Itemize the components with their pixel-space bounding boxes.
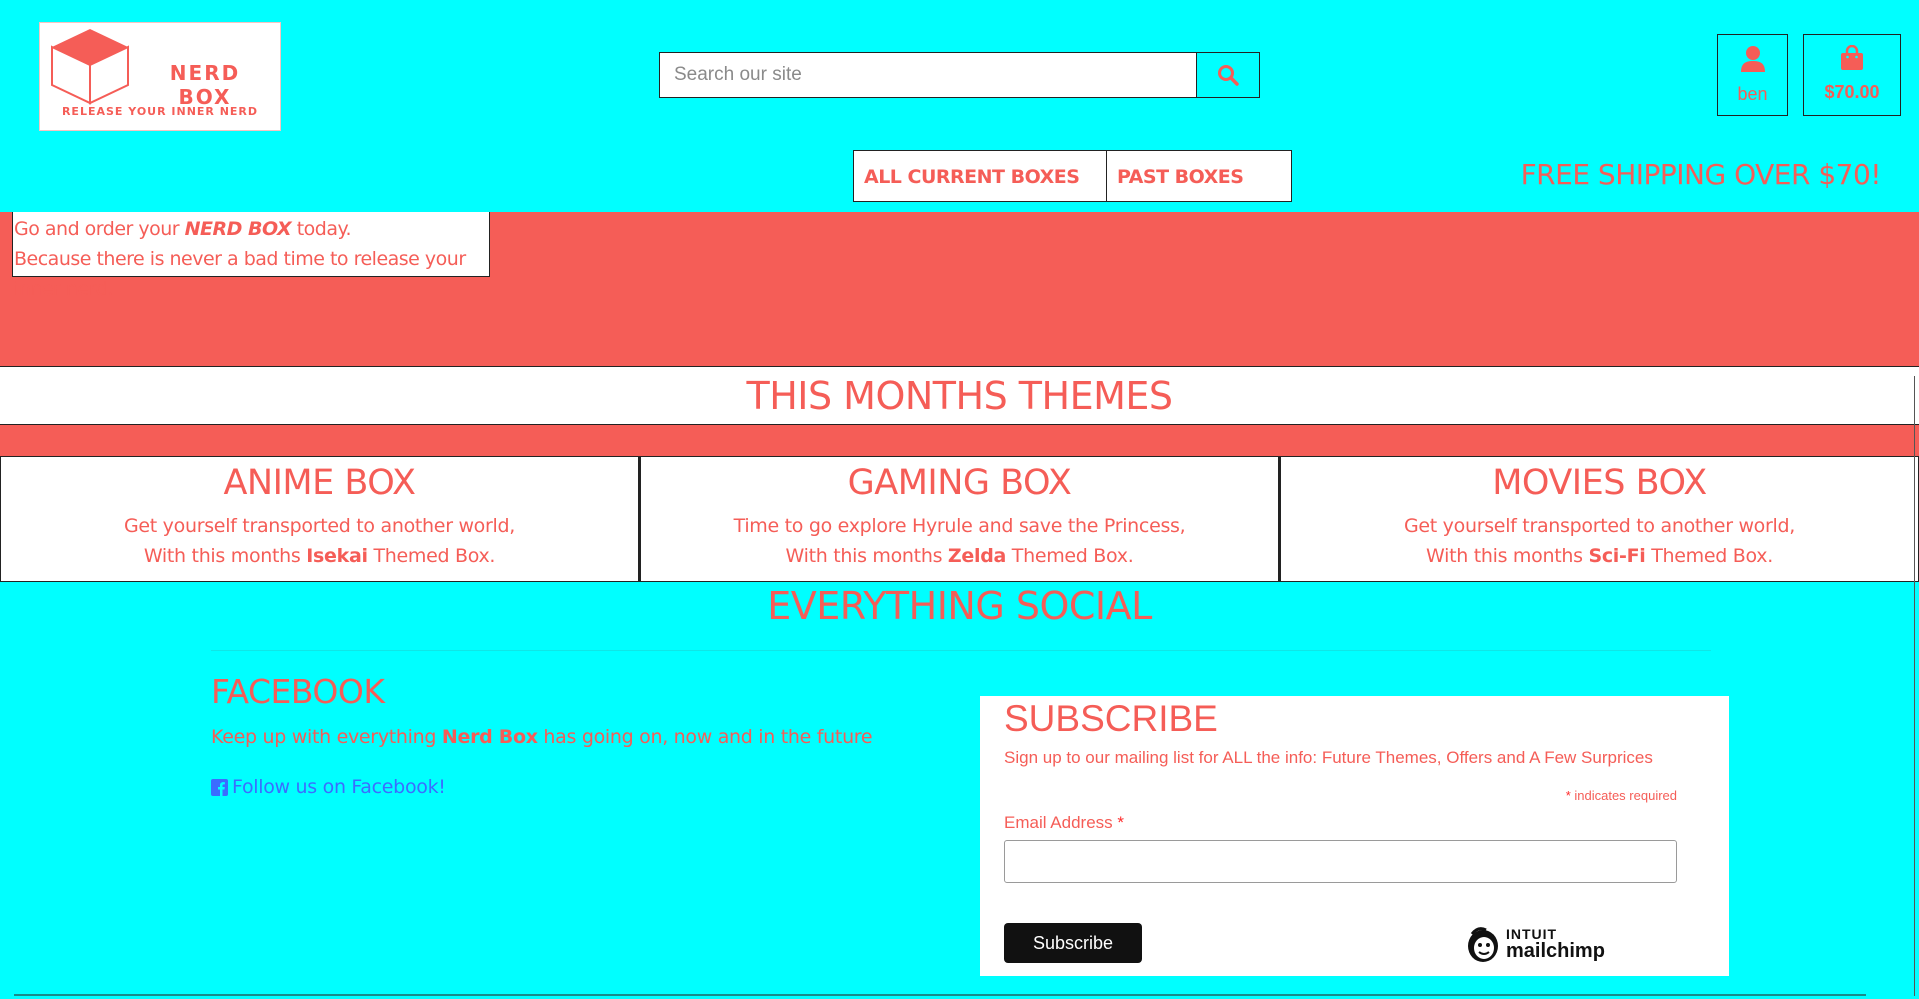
facebook-text-brand: Nerd Box (441, 726, 538, 748)
account-button[interactable]: ben (1717, 34, 1788, 116)
card-line-2-suffix: Themed Box. (1645, 545, 1773, 567)
mailchimp-bottom-text: mailchimp (1506, 940, 1605, 962)
logo-tagline: RELEASE YOUR INNER NERD (61, 105, 259, 118)
mailchimp-icon (1468, 927, 1498, 962)
themes-heading: THIS MONTHS THEMES (0, 366, 1919, 425)
facebook-icon (211, 778, 228, 796)
site-header: NERD BOX RELEASE YOUR INNER NERD ben $70… (0, 0, 1919, 212)
free-shipping-banner: FREE SHIPPING OVER $70! (1520, 158, 1882, 191)
facebook-description: Keep up with everything Nerd Box has goi… (211, 726, 873, 748)
nav-past-boxes[interactable]: PAST BOXES (1107, 150, 1292, 202)
required-note-text: indicates required (1570, 788, 1677, 803)
subscribe-button[interactable]: Subscribe (1004, 923, 1142, 963)
account-label: ben (1737, 84, 1768, 104)
hero-banner: Go and order your NERD BOX today. Becaus… (0, 212, 1919, 366)
email-required-star: * (1117, 813, 1125, 832)
mailchimp-badge[interactable]: INTUIT mailchimp (1464, 924, 1605, 964)
facebook-text-prefix: Keep up with everything (211, 726, 442, 748)
anime-box-card[interactable]: ANIME BOX Get yourself transported to an… (0, 456, 639, 582)
card-theme-name: Zelda (947, 545, 1007, 567)
section-divider (211, 650, 1711, 651)
cube-icon (51, 29, 129, 105)
hero-brand: NERD BOX (184, 218, 292, 240)
themes-divider-strip (0, 425, 1919, 456)
gaming-box-card[interactable]: GAMING BOX Time to go explore Hyrule and… (639, 456, 1279, 582)
shopping-bag-icon (1841, 44, 1863, 70)
theme-cards: ANIME BOX Get yourself transported to an… (0, 456, 1919, 582)
site-logo[interactable]: NERD BOX RELEASE YOUR INNER NERD (39, 22, 281, 131)
facebook-text-suffix: has going on, now and in the future (537, 726, 873, 748)
card-line-2-suffix: Themed Box. (1006, 545, 1134, 567)
email-label: Email Address * (1004, 813, 1677, 833)
card-title: ANIME BOX (223, 463, 416, 503)
scrollbar-edge (1914, 376, 1915, 996)
hero-line-1: Go and order your NERD BOX today. (14, 214, 489, 244)
subscribe-form: SUBSCRIBE Sign up to our mailing list fo… (980, 696, 1729, 976)
user-icon (1740, 46, 1765, 72)
hero-line-2: Because there is never a bad time to rel… (14, 248, 466, 300)
email-field[interactable] (1004, 840, 1677, 883)
main-nav: ALL CURRENT BOXES PAST BOXES (853, 150, 1292, 202)
card-title: GAMING BOX (847, 463, 1072, 503)
mailchimp-wordmark: INTUIT mailchimp (1506, 927, 1605, 961)
card-line-2-prefix: With this months (143, 545, 307, 567)
card-line-2-suffix: Themed Box. (367, 545, 496, 567)
subscribe-heading: SUBSCRIBE (1004, 698, 1218, 739)
card-theme-name: Sci-Fi (1588, 545, 1646, 567)
cart-button[interactable]: $70.00 (1803, 34, 1901, 116)
card-line-2: With this months Isekai Themed Box. (1, 541, 638, 571)
cart-total: $70.00 (1824, 82, 1880, 102)
hero-line-1-suffix: today. (291, 218, 352, 240)
card-title: MOVIES BOX (1492, 463, 1707, 503)
hero-text-box: Go and order your NERD BOX today. Becaus… (12, 212, 490, 300)
card-line-1: Get yourself transported to another worl… (123, 515, 515, 537)
footer-divider (14, 994, 1866, 996)
nav-all-current-boxes[interactable]: ALL CURRENT BOXES (853, 150, 1107, 202)
search-bar (659, 52, 1260, 98)
search-icon (1218, 65, 1239, 86)
card-line-2-prefix: With this months (785, 545, 948, 567)
search-button[interactable] (1197, 52, 1260, 98)
email-label-text: Email Address (1004, 813, 1118, 832)
facebook-follow-link[interactable]: Follow us on Facebook! (211, 776, 446, 798)
card-line-2: With this months Sci-Fi Themed Box. (1281, 541, 1918, 571)
mailchimp-top-text: INTUIT (1506, 926, 1558, 942)
hero-line-1-prefix: Go and order your (14, 218, 185, 240)
movies-box-card[interactable]: MOVIES BOX Get yourself transported to a… (1279, 456, 1919, 582)
facebook-link-label: Follow us on Facebook! (232, 776, 446, 798)
card-theme-name: Isekai (306, 545, 368, 567)
card-line-2-prefix: With this months (1426, 545, 1589, 567)
search-input[interactable] (659, 52, 1197, 98)
required-note: * indicates required (1004, 788, 1677, 803)
subscribe-description: Sign up to our mailing list for ALL the … (1004, 748, 1653, 767)
social-heading: EVERYTHING SOCIAL (767, 584, 1152, 628)
card-line-2: With this months Zelda Themed Box. (641, 541, 1278, 571)
facebook-heading: FACEBOOK (211, 672, 385, 711)
card-line-1: Get yourself transported to another worl… (1403, 515, 1795, 537)
logo-title: NERD BOX (169, 61, 241, 109)
card-line-1: Time to go explore Hyrule and save the P… (733, 515, 1186, 537)
